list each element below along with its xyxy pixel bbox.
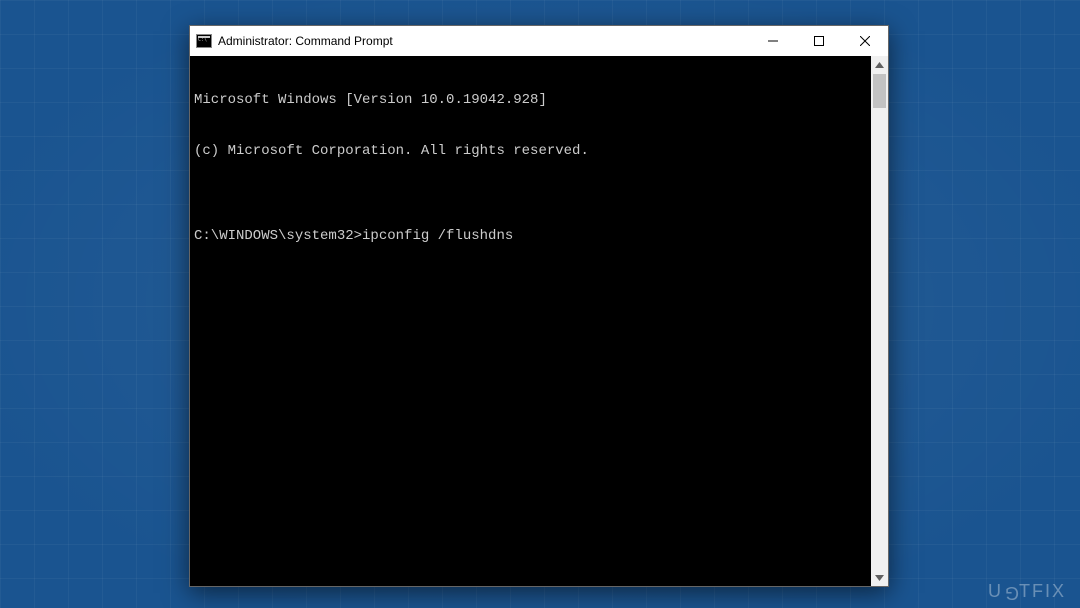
prompt-text: C:\WINDOWS\system32> — [194, 228, 362, 245]
scroll-thumb[interactable] — [873, 74, 886, 108]
minimize-button[interactable] — [750, 26, 796, 56]
prompt-line: C:\WINDOWS\system32>ipconfig /flushdns — [194, 228, 867, 245]
watermark-text-pre: U — [988, 581, 1003, 601]
chevron-down-icon — [875, 575, 884, 581]
watermark: UGTFIX — [988, 581, 1066, 602]
window-controls — [750, 26, 888, 56]
command-prompt-icon — [196, 34, 212, 48]
title-left: Administrator: Command Prompt — [190, 34, 750, 48]
terminal-output[interactable]: Microsoft Windows [Version 10.0.19042.92… — [190, 56, 871, 586]
window-title: Administrator: Command Prompt — [218, 34, 393, 48]
maximize-icon — [814, 36, 824, 46]
scroll-down-button[interactable] — [871, 569, 888, 586]
scroll-up-button[interactable] — [871, 56, 888, 73]
command-input[interactable]: ipconfig /flushdns — [362, 228, 513, 245]
title-bar[interactable]: Administrator: Command Prompt — [190, 26, 888, 56]
output-line: (c) Microsoft Corporation. All rights re… — [194, 143, 867, 160]
minimize-icon — [768, 36, 778, 46]
watermark-text-post: TFIX — [1019, 581, 1066, 601]
watermark-text-rot: G — [1003, 582, 1019, 603]
chevron-up-icon — [875, 62, 884, 68]
maximize-button[interactable] — [796, 26, 842, 56]
close-icon — [860, 36, 870, 46]
vertical-scrollbar[interactable] — [871, 56, 888, 586]
close-button[interactable] — [842, 26, 888, 56]
command-prompt-window: Administrator: Command Prompt — [189, 25, 889, 587]
output-line: Microsoft Windows [Version 10.0.19042.92… — [194, 92, 867, 109]
terminal-area: Microsoft Windows [Version 10.0.19042.92… — [190, 56, 888, 586]
